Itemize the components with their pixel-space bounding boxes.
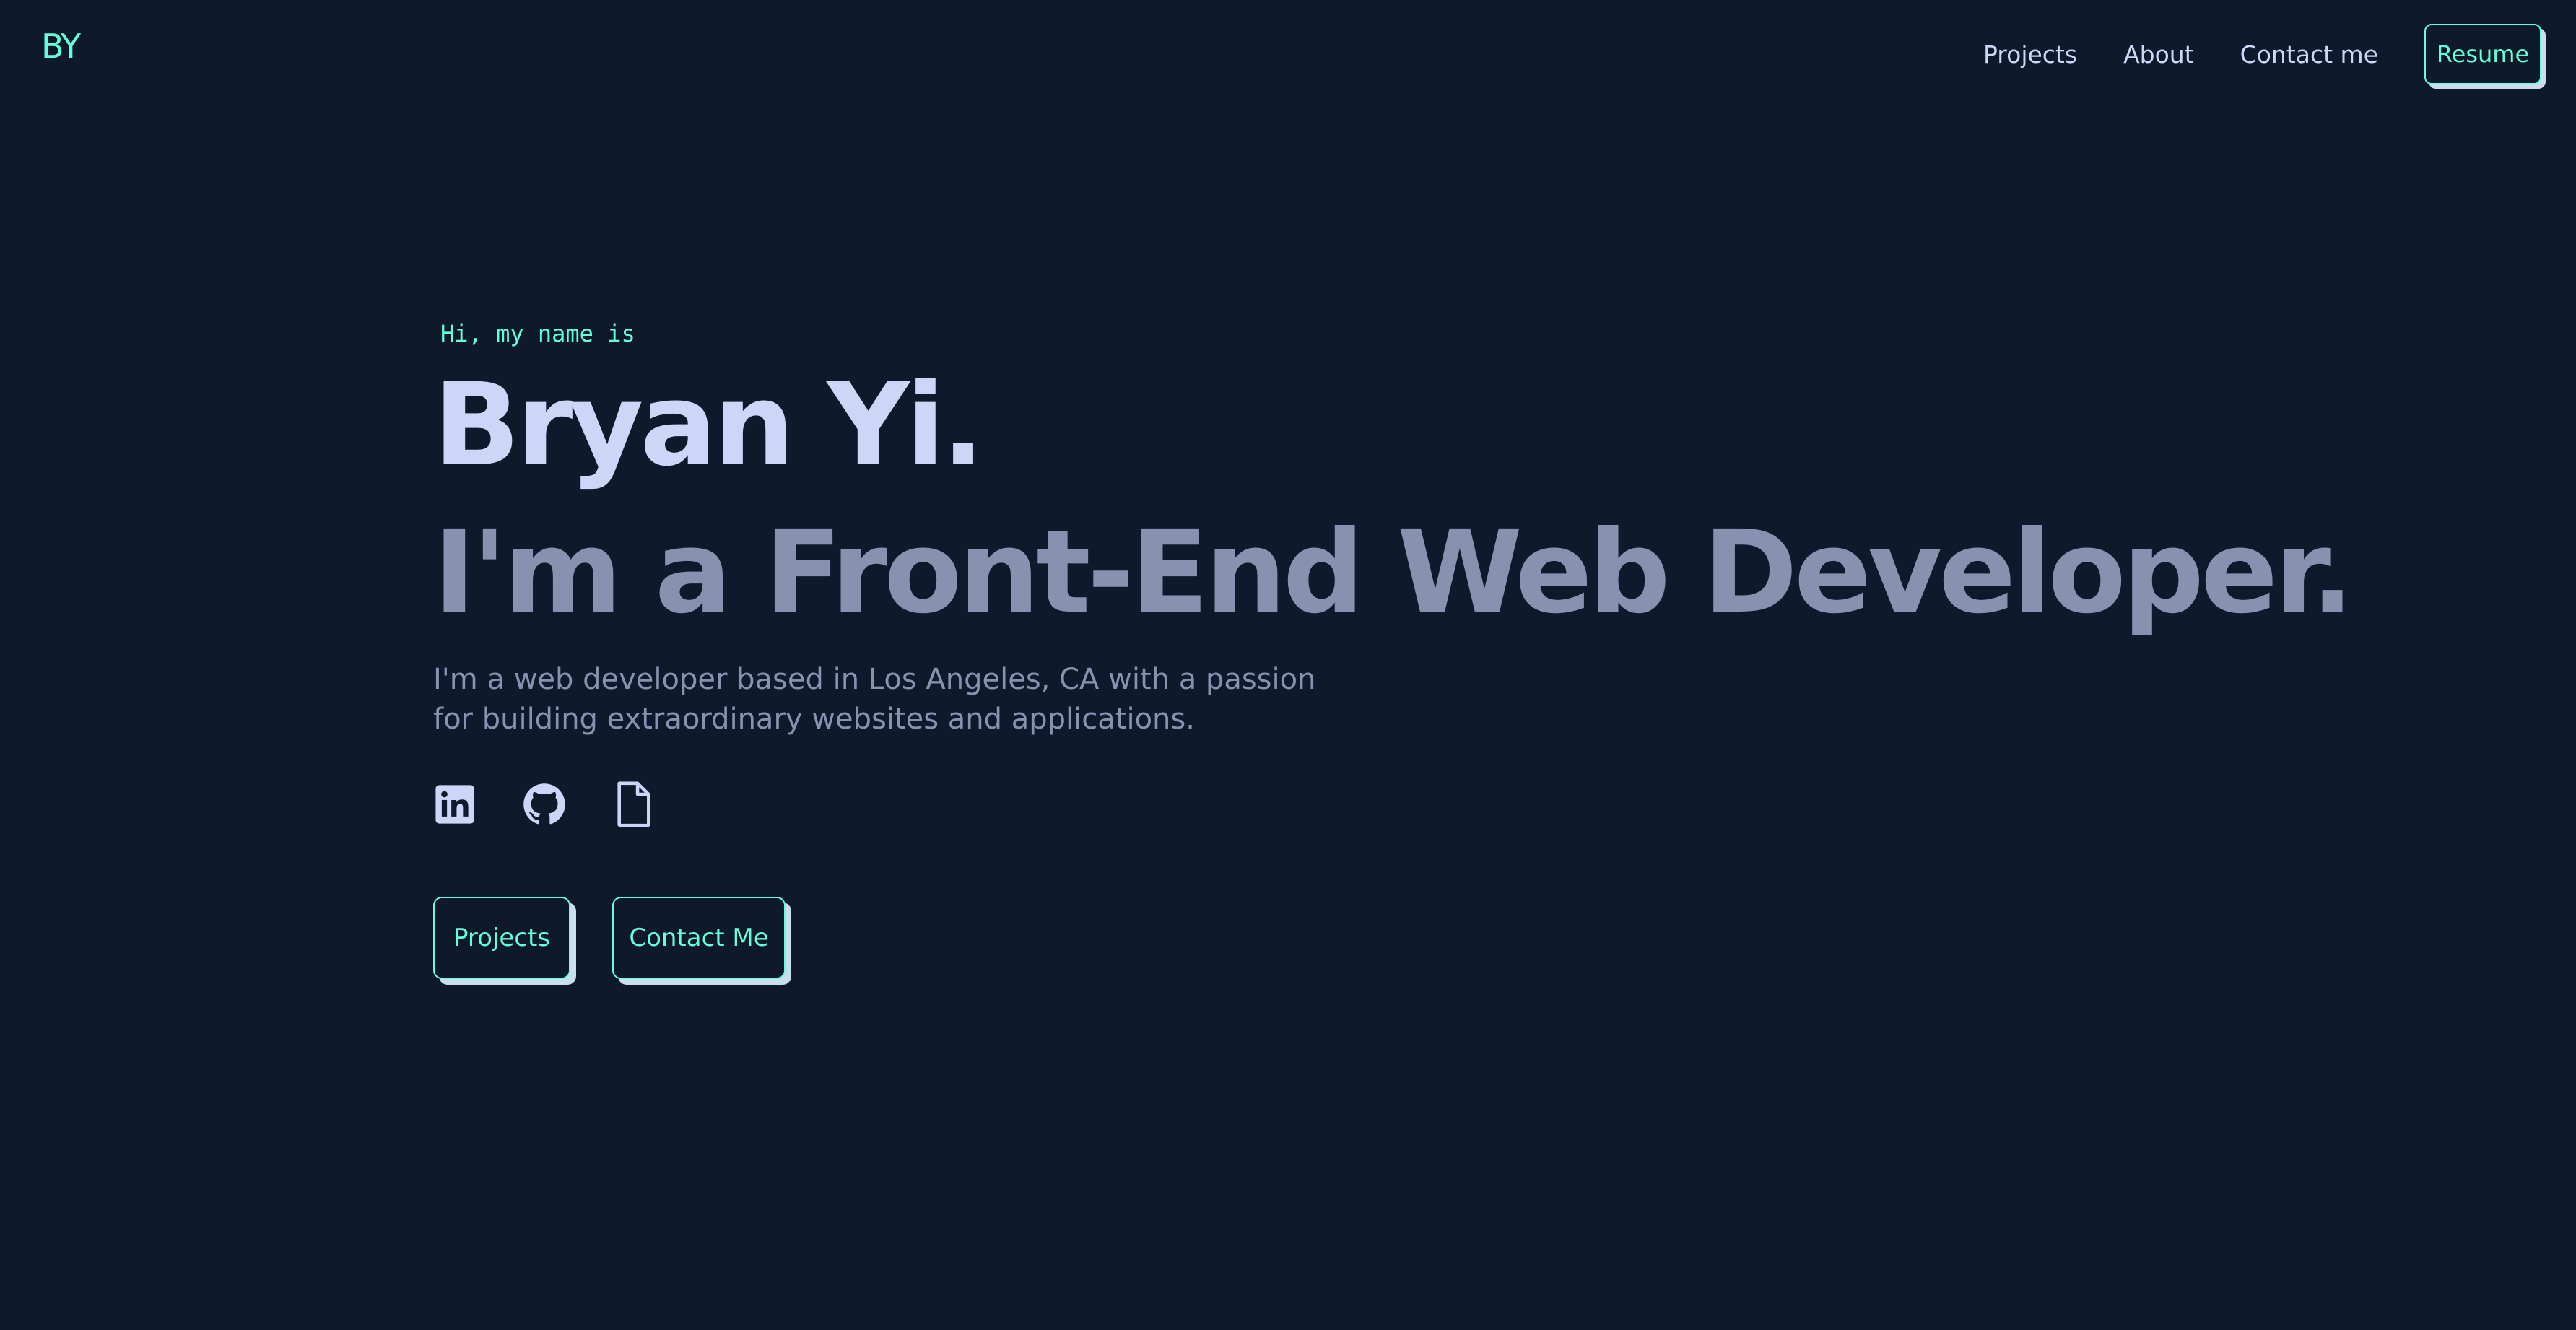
linkedin-icon[interactable] [433, 781, 477, 827]
file-icon[interactable] [612, 781, 656, 827]
hero-tagline: I'm a Front-End Web Developer. [433, 506, 2354, 639]
hero-bio: I'm a web developer based in Los Angeles… [433, 663, 1316, 736]
contact-me-button[interactable]: Contact Me [612, 897, 786, 979]
github-icon[interactable] [523, 781, 566, 827]
cta-buttons: Projects Contact Me [433, 897, 2166, 979]
file-icon-graphic [617, 781, 650, 827]
social-links [433, 781, 2166, 827]
site-logo[interactable]: BY [41, 26, 81, 66]
linkedin-icon-graphic [435, 785, 474, 824]
hero-name: Bryan Yi. [433, 359, 985, 492]
nav-link-about[interactable]: About [2123, 40, 2194, 69]
top-nav: Projects About Contact me Resume [1983, 21, 2541, 87]
resume-button[interactable]: Resume [2424, 24, 2541, 84]
nav-link-contact[interactable]: Contact me [2240, 40, 2378, 69]
page: BY Projects About Contact me Resume Hi, … [0, 0, 2576, 1330]
nav-link-projects[interactable]: Projects [1983, 40, 2077, 69]
github-icon-graphic [523, 783, 565, 825]
hero-section: Hi, my name is Bryan Yi. I'm a Front-End… [433, 316, 2354, 979]
projects-button[interactable]: Projects [433, 897, 570, 979]
hero-greeting: Hi, my name is [440, 320, 635, 347]
